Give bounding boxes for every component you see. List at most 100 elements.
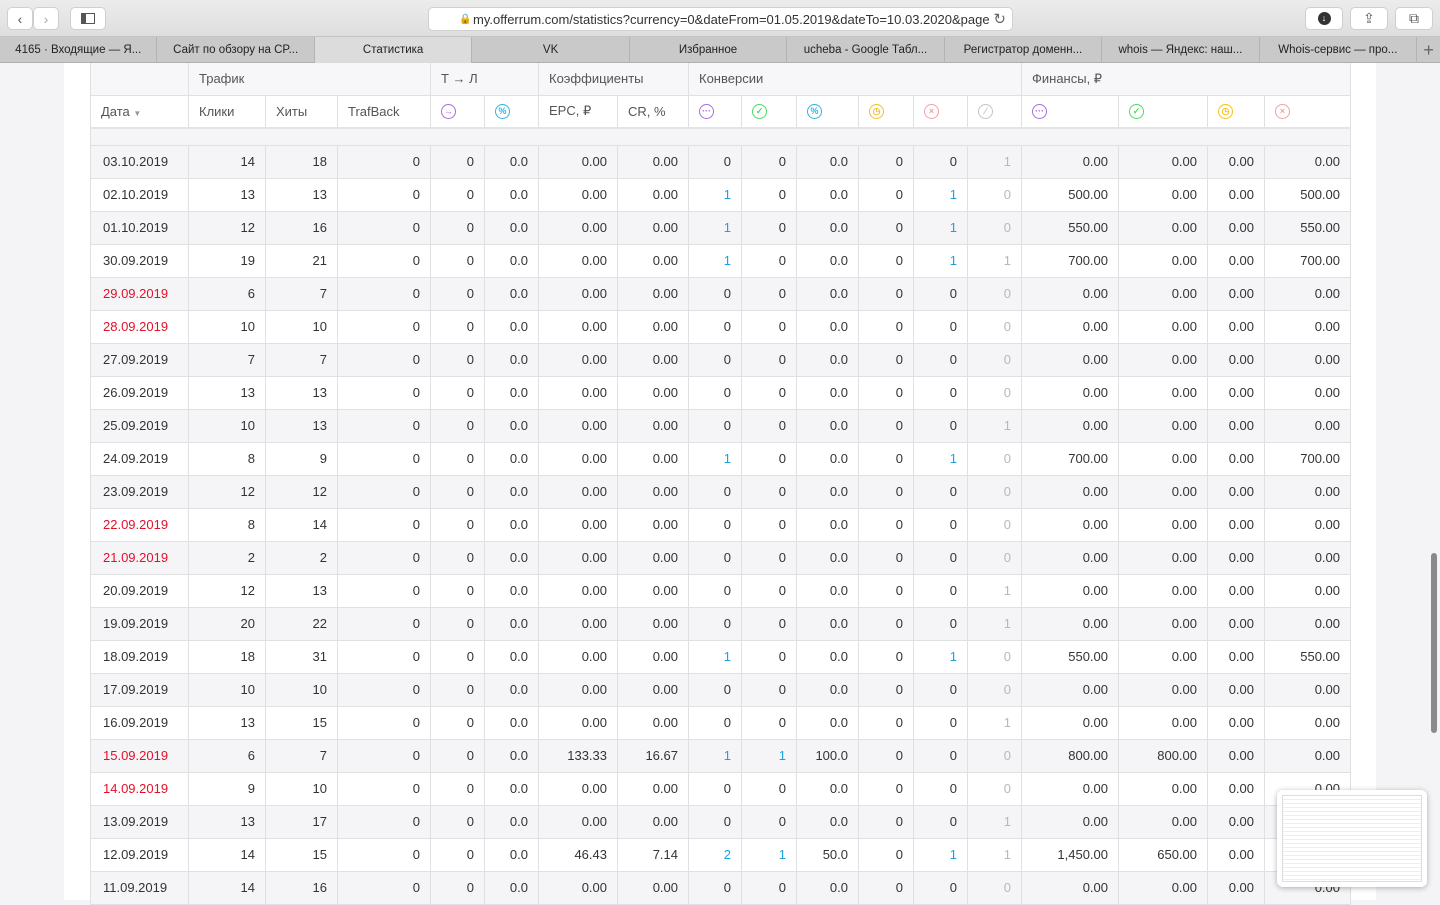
value-cell: 0.00 — [1021, 540, 1119, 575]
date-cell[interactable]: 11.09.2019 — [90, 870, 189, 905]
date-cell[interactable]: 15.09.2019 — [90, 738, 189, 773]
tabs-overview-button[interactable]: ⧉ — [1395, 7, 1433, 30]
value-cell: 0.00 — [1021, 705, 1119, 740]
col-conv-hold[interactable]: ◷ — [858, 94, 914, 129]
value-cell: 10 — [265, 309, 338, 344]
value-cell[interactable]: 1 — [913, 639, 968, 674]
value-cell[interactable]: 1 — [688, 441, 742, 476]
percent-circle-icon: % — [807, 104, 822, 120]
value-cell: 550.00 — [1021, 210, 1119, 245]
date-cell[interactable]: 29.09.2019 — [90, 276, 189, 311]
date-cell[interactable]: 19.09.2019 — [90, 606, 189, 641]
date-cell[interactable]: 01.10.2019 — [90, 210, 189, 245]
browser-tab[interactable]: Регистратор доменн... — [945, 37, 1103, 63]
page-thumbnail-preview[interactable] — [1277, 790, 1427, 887]
date-cell[interactable]: 23.09.2019 — [90, 474, 189, 509]
date-cell[interactable]: 30.09.2019 — [90, 243, 189, 278]
col-clicks[interactable]: Клики — [188, 94, 266, 129]
date-cell[interactable]: 13.09.2019 — [90, 804, 189, 839]
value-cell: 0.00 — [1118, 573, 1208, 608]
value-cell: 0.00 — [1118, 309, 1208, 344]
date-cell[interactable]: 03.10.2019 — [90, 144, 189, 179]
col-tl-transitions[interactable]: → — [430, 94, 485, 129]
date-cell[interactable]: 28.09.2019 — [90, 309, 189, 344]
value-cell[interactable]: 1 — [688, 639, 742, 674]
date-cell[interactable]: 21.09.2019 — [90, 540, 189, 575]
col-fin-rejected[interactable]: × — [1264, 94, 1351, 129]
col-conv-percent[interactable]: % — [796, 94, 859, 129]
col-conv-approved[interactable]: ✓ — [741, 94, 797, 129]
downloads-button[interactable]: ↓ — [1305, 7, 1343, 30]
value-cell[interactable]: 1 — [688, 210, 742, 245]
forward-button[interactable]: › — [33, 7, 59, 30]
value-cell: 0 — [858, 804, 914, 839]
date-cell[interactable]: 02.10.2019 — [90, 177, 189, 212]
date-cell[interactable]: 27.09.2019 — [90, 342, 189, 377]
value-cell[interactable]: 1 — [913, 441, 968, 476]
value-cell: 0.00 — [538, 408, 618, 443]
col-conv-trash[interactable]: ⁄ — [967, 94, 1022, 129]
value-cell: 0.0 — [484, 540, 539, 575]
date-cell[interactable]: 24.09.2019 — [90, 441, 189, 476]
date-cell[interactable]: 16.09.2019 — [90, 705, 189, 740]
col-hits[interactable]: Хиты — [265, 94, 338, 129]
back-button[interactable]: ‹ — [7, 7, 33, 30]
clock-icon: ◷ — [869, 104, 884, 120]
sort-desc-icon[interactable]: ▼ — [133, 109, 141, 118]
value-cell: 1 — [967, 705, 1022, 740]
value-cell: 0.00 — [1207, 738, 1265, 773]
table-row: 22.09.2019 8 14 0 0 0.0 0.00 0.00 0 0 0.0 0 0 0 0.00 0.… — [90, 507, 1351, 542]
reload-icon[interactable]: ↻ — [989, 10, 1006, 28]
date-cell[interactable]: 17.09.2019 — [90, 672, 189, 707]
address-bar[interactable]: 🔒 my.offerrum.com/statistics?currency=0&… — [428, 7, 1013, 31]
col-fin-hold[interactable]: ◷ — [1207, 94, 1265, 129]
value-cell[interactable]: 1 — [688, 738, 742, 773]
col-cr[interactable]: CR, % — [617, 94, 689, 129]
date-cell[interactable]: 20.09.2019 — [90, 573, 189, 608]
new-tab-button[interactable]: + — [1417, 37, 1440, 63]
browser-tab[interactable]: whois — Яндекс: наш... — [1102, 37, 1260, 63]
browser-tab[interactable]: ucheba - Google Табл... — [787, 37, 945, 63]
col-date[interactable]: Дата ▼ — [90, 94, 189, 129]
date-cell[interactable]: 26.09.2019 — [90, 375, 189, 410]
value-cell: 0.0 — [484, 738, 539, 773]
sidebar-toggle-button[interactable] — [70, 7, 106, 30]
value-cell[interactable]: 1 — [913, 837, 968, 872]
date-cell[interactable]: 25.09.2019 — [90, 408, 189, 443]
browser-tab[interactable]: Статистика — [314, 37, 473, 63]
browser-tab[interactable]: Whois-сервис — про... — [1260, 37, 1418, 63]
value-cell: 0.00 — [1207, 639, 1265, 674]
date-cell[interactable]: 14.09.2019 — [90, 771, 189, 806]
browser-tab[interactable]: VK — [472, 37, 630, 63]
table-row: 17.09.2019 10 10 0 0 0.0 0.00 0.00 0 0 0.0 0 0 0 0.00 0… — [90, 672, 1351, 707]
value-cell: 0.00 — [1021, 342, 1119, 377]
col-fin-all[interactable]: ··· — [1021, 94, 1119, 129]
browser-tab[interactable]: Избранное — [630, 37, 788, 63]
value-cell[interactable]: 1 — [913, 177, 968, 212]
browser-tab[interactable]: Сайт по обзору на CP... — [157, 37, 315, 63]
value-cell[interactable]: 1 — [741, 837, 797, 872]
value-cell[interactable]: 1 — [913, 243, 968, 278]
col-epc[interactable]: EPC, ₽ — [538, 94, 618, 129]
col-trafback[interactable]: TrafBack — [337, 94, 431, 129]
date-cell[interactable]: 18.09.2019 — [90, 639, 189, 674]
value-cell[interactable]: 2 — [688, 837, 742, 872]
value-cell[interactable]: 1 — [913, 210, 968, 245]
value-cell: 0.00 — [1021, 276, 1119, 311]
date-cell[interactable]: 22.09.2019 — [90, 507, 189, 542]
value-cell[interactable]: 1 — [688, 243, 742, 278]
date-cell[interactable]: 12.09.2019 — [90, 837, 189, 872]
share-button[interactable]: ⇪ — [1350, 7, 1388, 30]
value-cell[interactable]: 1 — [688, 177, 742, 212]
value-cell: 1 — [967, 243, 1022, 278]
value-cell: 0 — [858, 507, 914, 542]
col-fin-approved[interactable]: ✓ — [1118, 94, 1208, 129]
value-cell[interactable]: 1 — [741, 738, 797, 773]
value-cell: 0.0 — [484, 408, 539, 443]
col-conv-rejected[interactable]: × — [913, 94, 968, 129]
scrollbar[interactable] — [1431, 553, 1437, 733]
col-tl-percent[interactable]: % — [484, 94, 539, 129]
browser-tab[interactable]: 4165 · Входящие — Я... — [0, 37, 158, 63]
col-conv-all[interactable]: ··· — [688, 94, 742, 129]
value-cell: 0.00 — [1207, 144, 1265, 179]
